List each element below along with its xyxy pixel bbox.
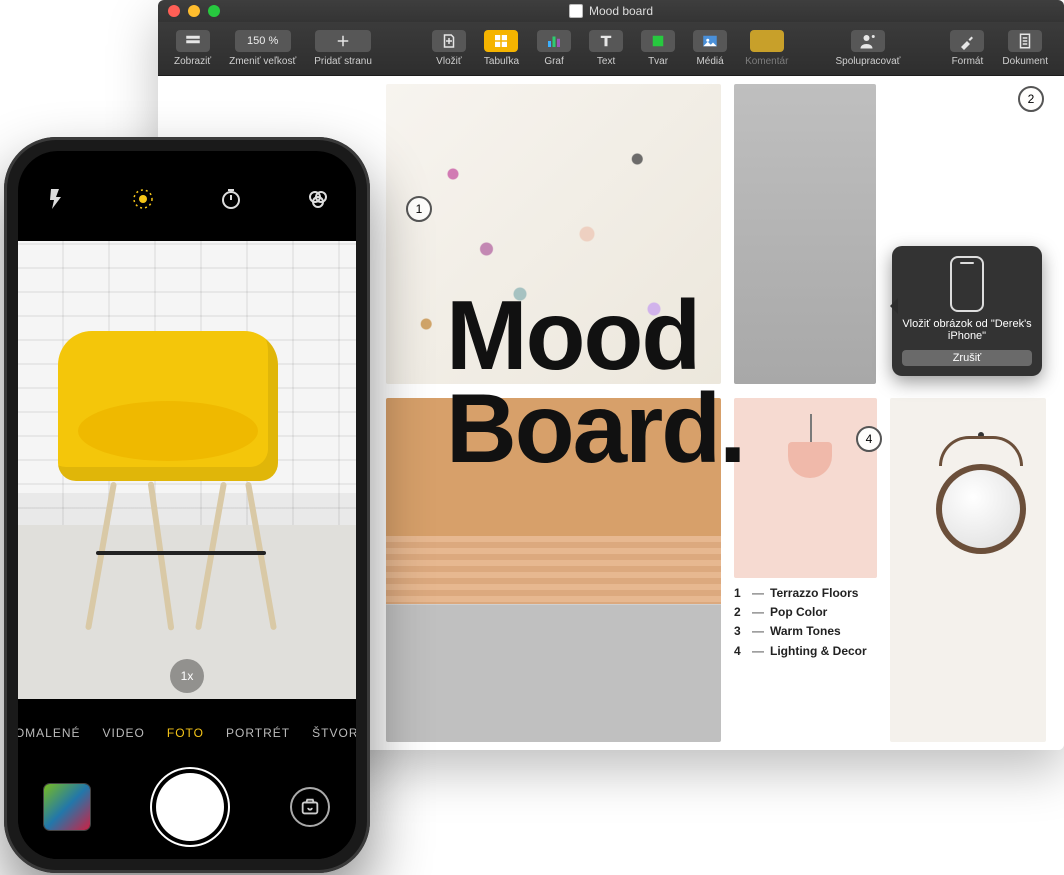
- collaborate-label: Spolupracovať: [836, 56, 901, 67]
- document-button[interactable]: Dokument: [994, 25, 1056, 73]
- collaborate-button[interactable]: Spolupracovať: [828, 25, 909, 73]
- zoom-button[interactable]: 150 % Zmeniť veľkosť: [221, 25, 304, 73]
- marker-1: 1: [406, 196, 432, 222]
- format-button[interactable]: Formát: [942, 25, 992, 73]
- text-label: Text: [597, 56, 615, 67]
- iphone: 1x SPOMALENÉ VIDEO FOTO PORTRÉT ŠTVOREC: [4, 137, 370, 873]
- shutter-button[interactable]: [156, 773, 224, 841]
- mode-square[interactable]: ŠTVOREC: [312, 726, 356, 740]
- image-concrete[interactable]: [734, 84, 876, 384]
- insert-button[interactable]: Vložiť: [424, 25, 474, 73]
- window-title: Mood board: [589, 4, 653, 18]
- chart-button[interactable]: Graf: [529, 25, 579, 73]
- comment-label: Komentár: [745, 56, 788, 67]
- media-label: Médiá: [696, 56, 723, 67]
- format-label: Formát: [952, 56, 984, 67]
- close-icon[interactable]: [168, 5, 180, 17]
- mode-photo[interactable]: FOTO: [167, 726, 204, 740]
- shape-label: Tvar: [648, 56, 668, 67]
- live-photo-icon[interactable]: [131, 187, 155, 211]
- view-button[interactable]: Zobraziť: [166, 25, 219, 73]
- mode-video[interactable]: VIDEO: [103, 726, 145, 740]
- legend-row: 3—Warm Tones: [734, 622, 879, 641]
- mirror-illustration: [936, 444, 1026, 584]
- legend: 1—Terrazzo Floors 2—Pop Color 3—Warm Ton…: [734, 584, 879, 661]
- timer-icon[interactable]: [219, 187, 243, 211]
- doc-icon: [569, 4, 583, 18]
- yellow-chair: [58, 331, 278, 481]
- chart-label: Graf: [544, 56, 563, 67]
- phone-icon: [950, 256, 984, 312]
- iphone-screen: 1x SPOMALENÉ VIDEO FOTO PORTRÉT ŠTVOREC: [18, 151, 356, 859]
- callout-text: Vložiť obrázok od "Derek's iPhone": [902, 318, 1032, 342]
- zoom-badge[interactable]: 1x: [170, 659, 204, 693]
- marker-4: 4: [856, 426, 882, 452]
- chair-legs: [78, 471, 278, 631]
- add-page-label: Pridať stranu: [314, 56, 372, 67]
- legend-row: 1—Terrazzo Floors: [734, 584, 879, 603]
- notch: [102, 151, 272, 179]
- comment-button[interactable]: Komentár: [737, 25, 796, 73]
- titlebar: Mood board: [158, 0, 1064, 22]
- add-page-button[interactable]: Pridať stranu: [306, 25, 380, 73]
- minimize-icon[interactable]: [188, 5, 200, 17]
- media-button[interactable]: Médiá: [685, 25, 735, 73]
- legend-row: 4—Lighting & Decor: [734, 642, 879, 661]
- marker-2: 2: [1018, 86, 1044, 112]
- document-label: Dokument: [1002, 56, 1048, 67]
- zoom-label: Zmeniť veľkosť: [229, 56, 296, 67]
- flash-icon[interactable]: [44, 187, 68, 211]
- window-controls[interactable]: [168, 5, 220, 17]
- view-label: Zobraziť: [174, 56, 211, 67]
- last-photo-thumbnail[interactable]: [44, 784, 90, 830]
- text-button[interactable]: Text: [581, 25, 631, 73]
- switch-camera-icon[interactable]: [290, 787, 330, 827]
- viewfinder[interactable]: 1x: [18, 241, 356, 699]
- cancel-button[interactable]: Zrušiť: [902, 350, 1032, 366]
- mode-slowmo[interactable]: SPOMALENÉ: [18, 726, 81, 740]
- legend-row: 2—Pop Color: [734, 603, 879, 622]
- table-label: Tabuľka: [484, 56, 519, 67]
- fullscreen-icon[interactable]: [208, 5, 220, 17]
- mode-portrait[interactable]: PORTRÉT: [226, 726, 290, 740]
- shape-button[interactable]: Tvar: [633, 25, 683, 73]
- zoom-value: 150 %: [235, 30, 291, 52]
- camera-mode-strip[interactable]: SPOMALENÉ VIDEO FOTO PORTRÉT ŠTVOREC: [18, 711, 356, 755]
- lamp-illustration: [780, 414, 840, 494]
- heading-text[interactable]: Mood Board.: [446, 289, 744, 475]
- table-button[interactable]: Tabuľka: [476, 25, 527, 73]
- filters-icon[interactable]: [306, 187, 330, 211]
- toolbar: Zobraziť 150 % Zmeniť veľkosť Pridať str…: [158, 22, 1064, 76]
- insert-label: Vložiť: [436, 56, 461, 67]
- camera-footer: [18, 755, 356, 859]
- continuity-camera-popover: Vložiť obrázok od "Derek's iPhone" Zruši…: [892, 246, 1042, 376]
